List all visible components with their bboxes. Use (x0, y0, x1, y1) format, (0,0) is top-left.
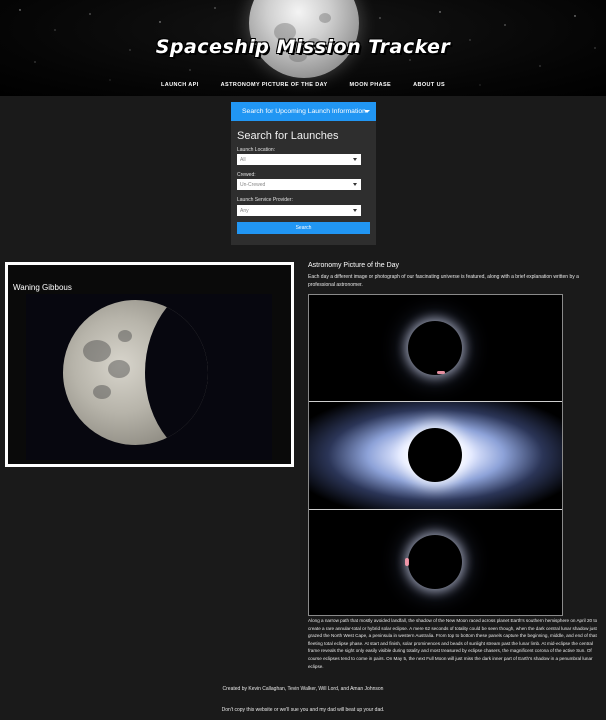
apod-explanation: Along a narrow path that mostly avoided … (308, 618, 598, 669)
moon-phase-photo (26, 294, 272, 460)
eclipse-panel-end (309, 509, 562, 615)
launch-location-value: All (240, 157, 246, 163)
provider-select[interactable]: Any (237, 205, 361, 216)
launch-location-label: Launch Location: (237, 147, 276, 153)
footer-credits: Created by Kevin Callaghan, Tevin Walker… (222, 686, 384, 692)
crewed-value: Un-Crewed (240, 182, 266, 188)
search-heading: Search for Launches (237, 130, 339, 142)
launch-location-select[interactable]: All (237, 154, 361, 165)
crewed-select[interactable]: Un-Crewed (237, 179, 361, 190)
moon-phase-title: Waning Gibbous (13, 283, 72, 292)
footer-warning: Don't copy this website or we'll sue you… (221, 707, 385, 713)
select-arrow-icon (353, 158, 357, 161)
eclipse-panel-start (309, 295, 562, 401)
select-arrow-icon (353, 183, 357, 186)
provider-label: Launch Service Provider: (237, 197, 293, 203)
apod-intro: Each day a different image or photograph… (308, 274, 579, 288)
nav-about-us[interactable]: ABOUT US (413, 82, 445, 88)
waning-gibbous-moon (63, 300, 208, 445)
nav-launch-api[interactable]: LAUNCH API (161, 82, 199, 88)
nav-moon-phase[interactable]: MOON PHASE (350, 82, 392, 88)
site-title: Spaceship Mission Tracker (155, 36, 451, 58)
eclipse-panel-corona (309, 401, 562, 509)
launch-search-dropdown-button[interactable]: Search for Upcoming Launch Information (231, 102, 376, 121)
caret-down-icon (364, 110, 370, 113)
header-banner: Spaceship Mission Tracker LAUNCH API AST… (0, 0, 606, 96)
select-arrow-icon (353, 209, 357, 212)
apod-image (308, 294, 563, 616)
moon-phase-card: Waning Gibbous (5, 262, 294, 467)
main-nav: LAUNCH API ASTRONOMY PICTURE OF THE DAY … (0, 82, 606, 88)
apod-heading: Astronomy Picture of the Day (308, 262, 400, 269)
provider-value: Any (240, 208, 249, 214)
nav-apod[interactable]: ASTRONOMY PICTURE OF THE DAY (221, 82, 328, 88)
search-button[interactable]: Search (237, 222, 370, 234)
crewed-label: Crewed: (237, 172, 256, 178)
dropdown-label: Search for Upcoming Launch Information (242, 108, 366, 115)
